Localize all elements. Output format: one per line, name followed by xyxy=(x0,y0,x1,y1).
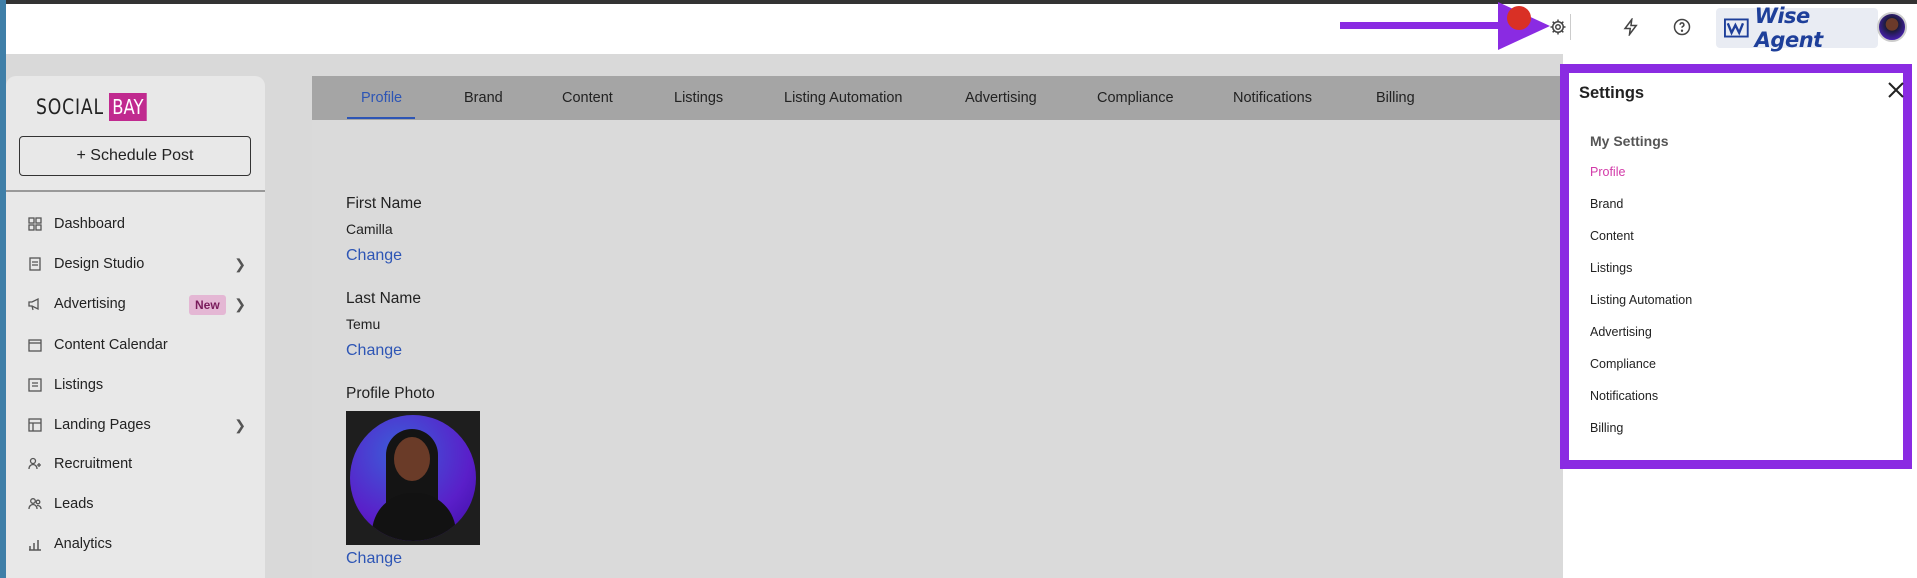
settings-panel: Settings My Settings Profile Brand Conte… xyxy=(1560,64,1912,469)
settings-item-notifications[interactable]: Notifications xyxy=(1590,389,1658,403)
help-icon[interactable] xyxy=(1669,14,1695,40)
sidebar-item-recruitment[interactable]: Recruitment xyxy=(26,449,251,479)
users-icon xyxy=(26,495,44,513)
megaphone-icon xyxy=(26,295,44,313)
tab-content[interactable]: Content xyxy=(562,76,613,120)
sidebar-item-listings[interactable]: Listings xyxy=(26,370,251,400)
sidebar-item-label: Advertising xyxy=(54,296,126,312)
gear-icon[interactable] xyxy=(1545,14,1571,40)
chevron-right-icon: ❯ xyxy=(234,296,246,312)
sidebar: SOCIAL BAY + Schedule Post Dashboard Des… xyxy=(6,76,265,578)
dashboard-icon xyxy=(26,215,44,233)
add-user-icon xyxy=(26,455,44,473)
new-badge: New xyxy=(189,295,226,315)
sidebar-divider xyxy=(6,190,265,192)
schedule-post-button[interactable]: + Schedule Post xyxy=(19,136,251,176)
sidebar-item-leads[interactable]: Leads xyxy=(26,489,251,519)
tab-compliance[interactable]: Compliance xyxy=(1097,76,1174,120)
sidebar-item-content-calendar[interactable]: Content Calendar xyxy=(26,330,251,360)
brand-logo[interactable]: Wise Agent xyxy=(1716,4,1878,52)
change-first-name-link[interactable]: Change xyxy=(346,247,402,265)
logo-bay-text: BAY xyxy=(108,93,147,121)
sidebar-item-label: Recruitment xyxy=(54,456,133,472)
profile-photo xyxy=(346,411,480,545)
settings-item-brand[interactable]: Brand xyxy=(1590,197,1623,211)
chevron-right-icon: ❯ xyxy=(234,256,246,272)
document-icon xyxy=(26,255,44,273)
list-icon xyxy=(26,376,44,394)
first-name-value: Camilla xyxy=(346,221,393,237)
sidebar-item-design-studio[interactable]: Design Studio ❯ xyxy=(26,249,251,279)
settings-item-compliance[interactable]: Compliance xyxy=(1590,357,1656,371)
sidebar-item-label: Leads xyxy=(54,496,94,512)
last-name-value: Temu xyxy=(346,316,381,332)
settings-panel-subtitle: My Settings xyxy=(1590,133,1669,149)
logo-social-text: SOCIAL xyxy=(36,95,104,119)
settings-item-listings[interactable]: Listings xyxy=(1590,261,1632,275)
chevron-right-icon: ❯ xyxy=(234,417,246,433)
topbar-divider xyxy=(1570,14,1571,40)
calendar-icon xyxy=(26,336,44,354)
layout-icon xyxy=(26,416,44,434)
tab-listings[interactable]: Listings xyxy=(674,76,723,120)
settings-item-billing[interactable]: Billing xyxy=(1590,421,1623,435)
user-avatar[interactable] xyxy=(1877,12,1907,42)
settings-item-profile[interactable]: Profile xyxy=(1590,165,1625,179)
settings-panel-title: Settings xyxy=(1579,84,1645,102)
settings-tabs: Profile Brand Content Listings Listing A… xyxy=(312,76,1582,120)
sidebar-item-advertising[interactable]: Advertising New ❯ xyxy=(26,289,251,319)
sidebar-item-label: Dashboard xyxy=(54,216,125,232)
change-last-name-link[interactable]: Change xyxy=(346,342,402,360)
brand-name: Wise Agent xyxy=(1754,4,1824,52)
sidebar-item-label: Design Studio xyxy=(54,256,145,272)
settings-item-content[interactable]: Content xyxy=(1590,229,1634,243)
app-logo[interactable]: SOCIAL BAY xyxy=(36,93,155,121)
bar-chart-icon xyxy=(26,535,44,553)
lightning-icon[interactable] xyxy=(1618,14,1644,40)
tab-brand[interactable]: Brand xyxy=(464,76,503,120)
tab-listing-automation[interactable]: Listing Automation xyxy=(784,76,903,120)
active-tab-indicator xyxy=(347,117,415,119)
sidebar-item-label: Analytics xyxy=(54,536,113,552)
sidebar-item-dashboard[interactable]: Dashboard xyxy=(26,209,251,239)
tab-profile[interactable]: Profile xyxy=(361,76,402,120)
main-content: Profile Brand Content Listings Listing A… xyxy=(312,76,1582,578)
settings-item-listing-automation[interactable]: Listing Automation xyxy=(1590,293,1692,307)
wise-agent-logo-icon xyxy=(1724,18,1749,38)
sidebar-item-landing-pages[interactable]: Landing Pages ❯ xyxy=(26,410,251,440)
last-name-label: Last Name xyxy=(346,290,421,307)
notification-dot xyxy=(1507,6,1531,30)
change-photo-link[interactable]: Change xyxy=(346,550,402,568)
tab-notifications[interactable]: Notifications xyxy=(1233,76,1312,120)
sidebar-item-label: Landing Pages xyxy=(54,417,151,433)
first-name-label: First Name xyxy=(346,195,422,212)
close-icon[interactable] xyxy=(1885,79,1907,101)
sidebar-item-analytics[interactable]: Analytics xyxy=(26,529,251,559)
tab-advertising[interactable]: Advertising xyxy=(965,76,1037,120)
sidebar-item-label: Content Calendar xyxy=(54,337,168,353)
tab-billing[interactable]: Billing xyxy=(1376,76,1415,120)
settings-item-advertising[interactable]: Advertising xyxy=(1590,325,1652,339)
sidebar-item-label: Listings xyxy=(54,377,104,393)
profile-photo-label: Profile Photo xyxy=(346,385,435,402)
